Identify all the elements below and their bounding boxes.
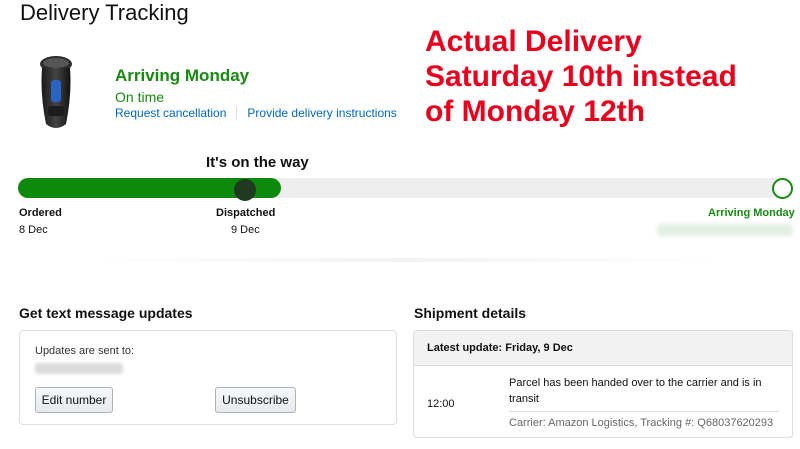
update-divider: [509, 411, 779, 412]
annotation-line: Actual Delivery: [425, 25, 642, 58]
redacted-phone-number: [35, 363, 123, 374]
arrival-status-heading: Arriving Monday: [115, 66, 250, 85]
annotation-line: Saturday 10th instead: [425, 60, 737, 93]
step-arriving-label: Arriving Monday: [708, 207, 795, 219]
unsubscribe-button[interactable]: Unsubscribe: [215, 387, 296, 413]
sms-caption: Updates are sent to:: [35, 345, 135, 357]
order-action-links: Request cancellation Provide delivery in…: [115, 106, 397, 120]
step-ordered-label: Ordered: [19, 207, 62, 219]
step-dispatched-label: Dispatched: [216, 207, 276, 219]
carrier-tracking-info: Carrier: Amazon Logistics, Tracking #: Q…: [509, 417, 774, 429]
edit-number-button[interactable]: Edit number: [35, 387, 113, 413]
delivery-instructions-link[interactable]: Provide delivery instructions: [247, 106, 396, 120]
sms-updates-panel: Updates are sent to: Edit number Unsubsc…: [19, 330, 397, 425]
link-divider: [236, 106, 238, 120]
page-title: Delivery Tracking: [20, 0, 189, 25]
destination-dot: [772, 178, 793, 199]
update-message: Parcel has been handed over to the carri…: [509, 377, 762, 405]
step-dispatched-date: 9 Dec: [231, 224, 260, 236]
delivery-progress-track: [18, 178, 792, 198]
shipment-details-panel: Latest update: Friday, 9 Dec 12:00 Parce…: [413, 330, 793, 438]
update-time: 12:00: [427, 398, 455, 410]
red-annotation-overlay: Actual Delivery Saturday 10th instead of…: [425, 24, 737, 129]
step-ordered-date: 8 Dec: [19, 224, 48, 236]
latest-update-header: Latest update: Friday, 9 Dec: [414, 331, 792, 366]
electric-shaver-icon[interactable]: [36, 54, 76, 132]
progress-caption: It's on the way: [206, 154, 309, 171]
request-cancellation-link[interactable]: Request cancellation: [115, 106, 226, 120]
redacted-delivery-window: [657, 224, 793, 236]
section-divider: [90, 258, 720, 262]
annotation-line: of Monday 12th: [425, 95, 646, 128]
on-time-status: On time: [115, 89, 165, 105]
current-position-marker: [234, 179, 256, 201]
sms-updates-title: Get text message updates: [19, 305, 193, 321]
shipment-details-title: Shipment details: [414, 305, 527, 321]
